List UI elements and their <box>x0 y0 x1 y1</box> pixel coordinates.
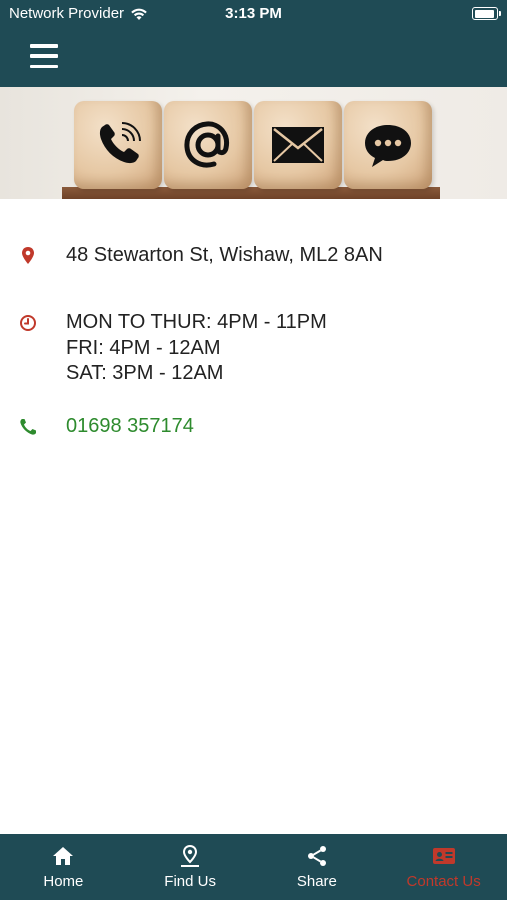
tab-find-us[interactable]: Find Us <box>127 834 254 900</box>
hours-line-saturday: SAT: 3PM - 12AM <box>66 362 224 384</box>
chat-bubble-icon <box>365 125 411 167</box>
home-icon <box>53 847 74 865</box>
contact-card-icon <box>432 848 455 864</box>
status-bar: Network Provider 3:13 PM <box>0 0 507 28</box>
menu-line <box>30 54 58 58</box>
clock-icon <box>20 315 36 331</box>
battery-icon <box>472 7 501 20</box>
phone-icon <box>99 122 141 164</box>
cube-at-sign <box>164 101 252 189</box>
tab-find-us-label: Find Us <box>164 873 216 890</box>
cube-phone <box>74 101 162 189</box>
battery-fill <box>474 9 495 18</box>
battery-indicator <box>472 7 501 20</box>
tab-contact-us-label: Contact Us <box>406 873 481 890</box>
phone-icon <box>20 419 36 435</box>
map-pin-icon <box>181 844 200 867</box>
hours-line-weekdays: MON TO THUR: 4PM - 11PM <box>66 311 327 333</box>
envelope-icon <box>272 127 324 163</box>
tab-home-label: Home <box>43 873 84 890</box>
hamburger-menu-icon[interactable] <box>30 44 58 68</box>
opening-hours: MON TO THUR: 4PM - 11PM FRI: 4PM - 12AM … <box>66 310 327 387</box>
hours-line-friday: FRI: 4PM - 12AM <box>66 336 221 359</box>
tab-home[interactable]: Home <box>0 834 127 900</box>
tab-share[interactable]: Share <box>254 834 381 900</box>
tab-share-label: Share <box>296 873 337 890</box>
tab-contact-us[interactable]: Contact Us <box>380 834 507 900</box>
menu-line <box>30 64 58 68</box>
at-sign-icon <box>184 121 230 168</box>
share-icon <box>307 846 326 866</box>
cube-envelope <box>254 101 342 189</box>
status-time: 3:13 PM <box>225 5 282 22</box>
bottom-tab-bar: Home Find Us Share Contact Us <box>0 834 507 900</box>
app-header: Network Provider 3:13 PM <box>0 0 507 87</box>
contact-banner-image <box>0 87 507 199</box>
map-marker-icon <box>22 247 34 264</box>
phone-number-link[interactable]: 01698 357174 <box>66 414 194 440</box>
cube-chat <box>344 101 432 189</box>
address-text: 48 Stewarton St, Wishaw, ML2 8AN <box>66 244 383 266</box>
menu-line <box>30 44 58 48</box>
